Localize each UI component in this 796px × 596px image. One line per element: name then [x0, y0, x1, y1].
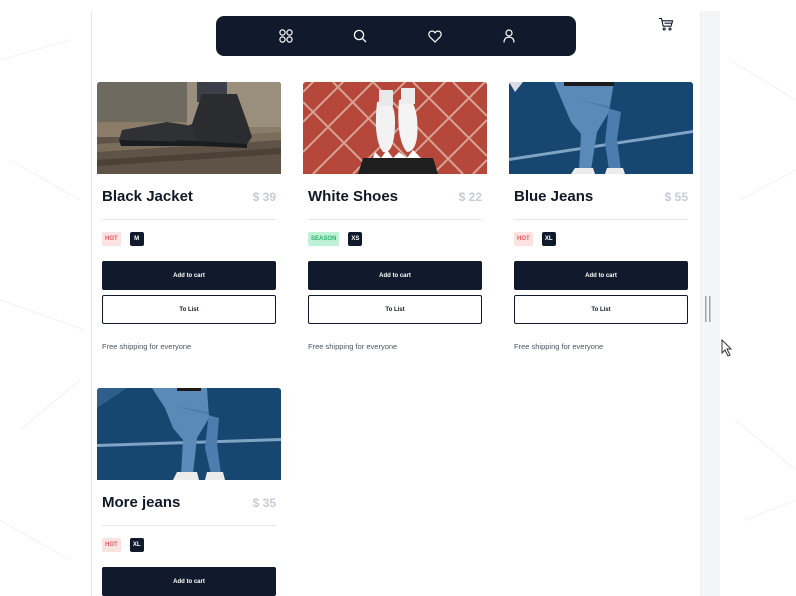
hot-badge: HOT: [102, 538, 121, 552]
hot-badge: HOT: [102, 232, 121, 246]
resize-handle[interactable]: [705, 296, 711, 322]
product-price: $ 22: [458, 190, 482, 204]
product-title: Blue Jeans: [514, 188, 594, 205]
tag-row: SEASON XS: [308, 232, 482, 246]
product-price: $ 35: [252, 496, 276, 510]
product-card: Black Jacket $ 39 HOT M Add to cart To L…: [97, 82, 281, 351]
mouse-cursor-icon: [721, 339, 733, 357]
product-card: Blue Jeans $ 55 HOT XL Add to cart To Li…: [509, 82, 693, 351]
product-header: Blue Jeans $ 55: [514, 174, 688, 220]
product-image-blue-jeans[interactable]: [509, 82, 693, 174]
user-icon[interactable]: [500, 27, 518, 45]
to-list-button[interactable]: To List: [308, 295, 482, 324]
season-badge: SEASON: [308, 232, 340, 246]
add-to-cart-button[interactable]: Add to cart: [308, 261, 482, 290]
tag-row: HOT XL: [514, 232, 688, 246]
search-icon[interactable]: [351, 27, 369, 45]
to-list-button[interactable]: To List: [514, 295, 688, 324]
product-header: More jeans $ 35: [102, 480, 276, 526]
product-page: Black Jacket $ 39 HOT M Add to cart To L…: [91, 11, 701, 596]
size-badge: M: [129, 232, 144, 246]
product-image-more-jeans[interactable]: [97, 388, 281, 480]
product-price: $ 39: [252, 190, 276, 204]
product-title: White Shoes: [308, 188, 399, 205]
top-nav-bar: [216, 16, 576, 56]
shipping-note: Free shipping for everyone: [308, 342, 398, 351]
size-badge: XL: [129, 538, 144, 552]
product-title: More jeans: [102, 494, 181, 511]
product-header: Black Jacket $ 39: [102, 174, 276, 220]
grid-icon[interactable]: [277, 27, 295, 45]
size-badge: XL: [541, 232, 556, 246]
add-to-cart-button[interactable]: Add to cart: [514, 261, 688, 290]
product-header: White Shoes $ 22: [308, 174, 482, 220]
shipping-note: Free shipping for everyone: [514, 342, 604, 351]
product-image-black-sneakers[interactable]: [97, 82, 281, 174]
hot-badge: HOT: [514, 232, 533, 246]
shipping-note: Free shipping for everyone: [102, 342, 192, 351]
product-card: More jeans $ 35 HOT XL Add to cart: [97, 388, 281, 596]
cart-icon[interactable]: [658, 17, 676, 35]
product-price: $ 55: [664, 190, 688, 204]
product-card: White Shoes $ 22 SEASON XS Add to cart T…: [303, 82, 487, 351]
tag-row: HOT M: [102, 232, 276, 246]
tag-row: HOT XL: [102, 538, 276, 552]
product-image-white-sneakers[interactable]: [303, 82, 487, 174]
heart-icon[interactable]: [426, 27, 444, 45]
product-title: Black Jacket: [102, 188, 193, 205]
to-list-button[interactable]: To List: [102, 295, 276, 324]
size-badge: XS: [348, 232, 363, 246]
add-to-cart-button[interactable]: Add to cart: [102, 261, 276, 290]
add-to-cart-button[interactable]: Add to cart: [102, 567, 276, 596]
